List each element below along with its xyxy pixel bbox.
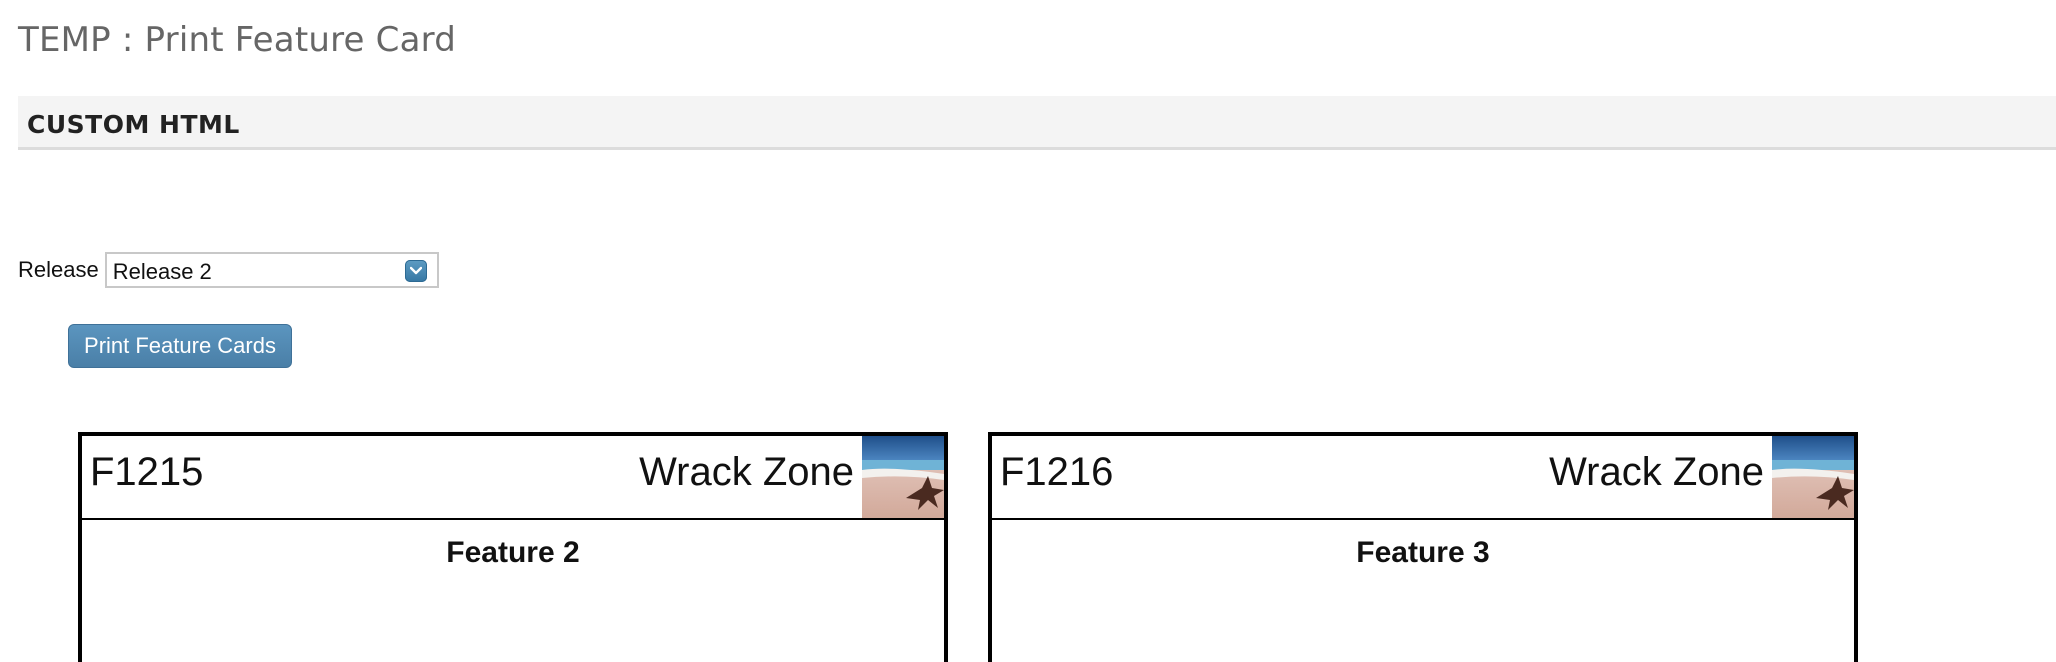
page-title: TEMP : Print Feature Card [18, 20, 457, 60]
feature-card-id: F1216 [1000, 450, 1114, 494]
feature-card-title: Feature 3 [1356, 536, 1490, 569]
beach-starfish-thumbnail [862, 436, 944, 518]
release-filter: Release Release 2 [18, 252, 439, 288]
feature-card: F1216 Wrack Zone Feature 3 [988, 432, 1858, 662]
feature-card-theme: Wrack Zone [1549, 450, 1764, 494]
chevron-down-icon[interactable] [404, 260, 427, 282]
release-select[interactable]: Release 2 [104, 252, 439, 288]
feature-card-header: F1216 Wrack Zone [992, 436, 1854, 520]
feature-card: F1215 Wrack Zone Feature 2 [78, 432, 948, 662]
feature-card-id: F1215 [90, 450, 204, 494]
feature-card-title: Feature 2 [446, 536, 580, 569]
release-select-value: Release 2 [112, 259, 212, 284]
section-header: CUSTOM HTML [18, 96, 2056, 150]
section-label: CUSTOM HTML [27, 110, 240, 139]
release-label: Release [18, 257, 99, 282]
print-feature-cards-button[interactable]: Print Feature Cards [68, 324, 292, 368]
feature-card-header: F1215 Wrack Zone [82, 436, 944, 520]
feature-card-theme: Wrack Zone [639, 450, 854, 494]
beach-starfish-thumbnail [1772, 436, 1854, 518]
